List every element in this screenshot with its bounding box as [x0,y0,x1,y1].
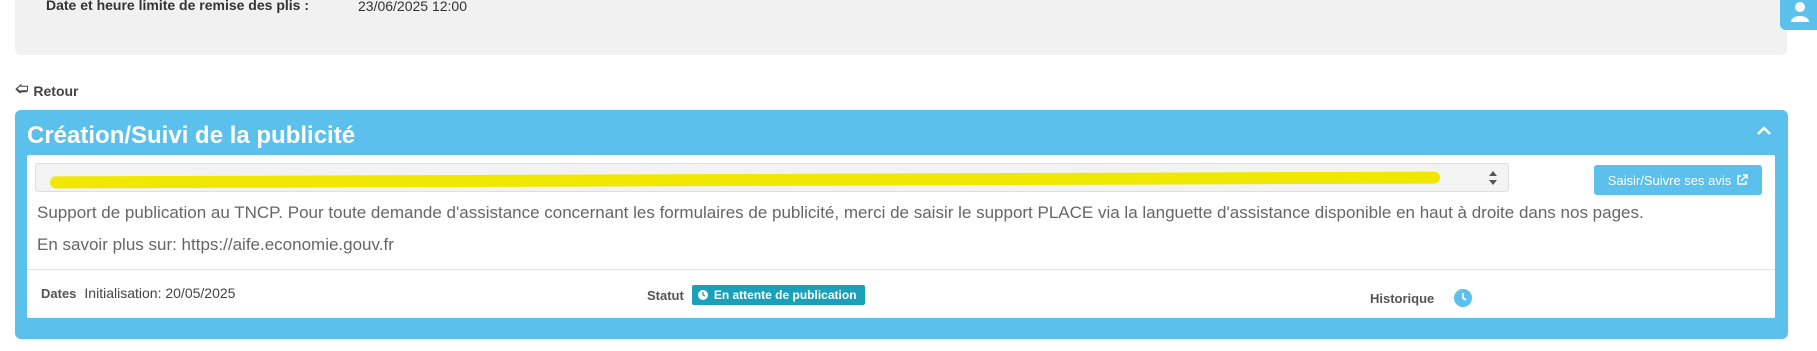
back-label: Retour [33,83,79,99]
support-info-text: Support de publication au TNCP. Pour tou… [37,203,1644,222]
clock-icon [697,290,708,300]
external-link-icon [1737,174,1749,185]
advertising-panel: Création/Suivi de la publicité Saisir/Su… [15,110,1788,339]
procedure-summary-panel: Date et heure limite de remise des plis … [15,0,1787,55]
user-menu-tab[interactable] [1780,0,1817,30]
deadline-label: Date et heure limite de remise des plis … [46,0,309,13]
publication-support-select[interactable] [35,163,1509,192]
historique-section: Historique [1370,289,1473,307]
user-icon [1791,2,1809,22]
status-text: En attente de publication [713,288,857,302]
status-badge: En attente de publication [691,285,865,305]
history-clock-icon[interactable] [1454,289,1473,307]
learn-more-text: En savoir plus sur: https://aife.economi… [37,235,394,254]
statut-label: Statut [647,287,684,303]
back-link[interactable]: 🢠 Retour [15,80,79,102]
saisir-button-label: Saisir/Suivre ses avis [1607,172,1732,188]
dates-section: Dates Initialisation: 20/05/2025 [41,285,235,301]
select-arrows-icon [1489,171,1497,185]
dates-value: Initialisation: 20/05/2025 [84,285,236,301]
deadline-value: 23/06/2025 12:00 [358,0,467,14]
saisir-suivre-button[interactable]: Saisir/Suivre ses avis [1594,165,1762,195]
panel-title: Création/Suivi de la publicité [27,122,356,149]
chevron-up-icon[interactable] [1756,124,1772,136]
statut-section: Statut En attente de publication [647,285,865,305]
panel-body: Saisir/Suivre ses avis Support de public… [27,155,1775,318]
divider [27,269,1775,270]
arrow-left-icon: 🢠 [15,81,29,96]
dates-label: Dates [41,285,77,301]
historique-label: Historique [1370,290,1435,306]
redaction-highlight [50,171,1440,189]
